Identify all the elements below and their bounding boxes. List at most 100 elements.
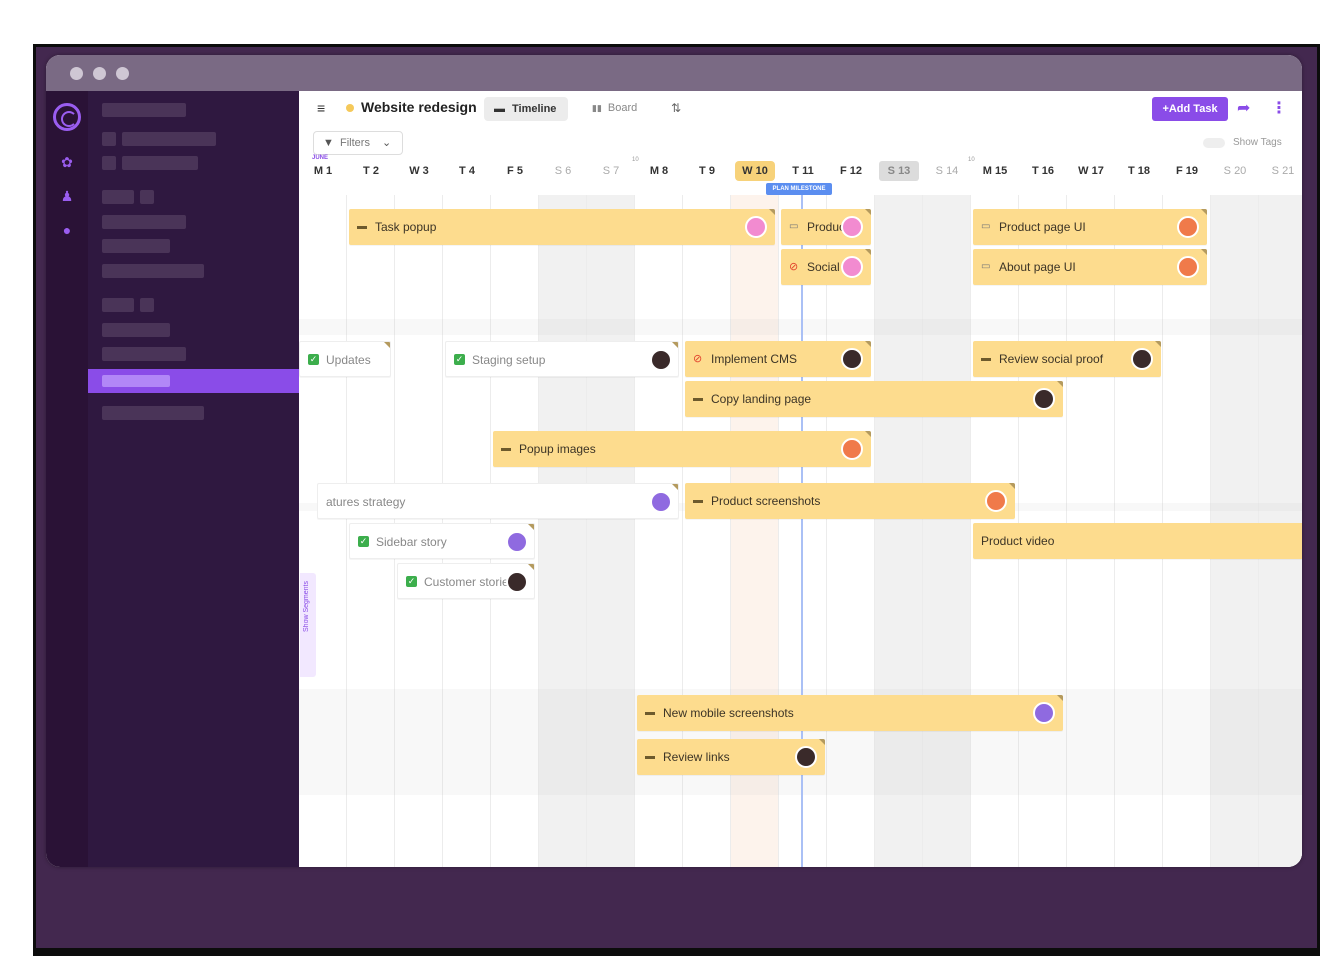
corner-marker [865,431,871,437]
day-header-2[interactable]: T 2 [347,159,395,183]
task-label: Sidebar story [376,535,447,549]
task-bar[interactable]: ✓ Sidebar story [349,523,535,559]
task-label: Task popup [375,220,437,234]
task-bar[interactable]: atures strategy [317,483,679,519]
window-close-dot[interactable] [70,67,83,80]
day-header-17[interactable]: W 17 [1067,159,1115,183]
avatar[interactable] [1033,388,1055,410]
day-header-4[interactable]: T 4 [443,159,491,183]
flag-icon: ▬ [645,707,655,718]
avatar[interactable] [506,531,528,553]
task-label: atures strategy [326,495,406,509]
day-header-11[interactable]: T 11 [779,159,827,183]
task-bar[interactable]: ⊘ Social [781,249,871,285]
avatar[interactable] [1033,702,1055,724]
show-tags-toggle[interactable]: Show Tags [1199,135,1282,151]
more-options-icon[interactable]: ⋮ [1271,97,1287,121]
avatar[interactable] [650,349,672,371]
sidebar-placeholder [102,215,186,229]
day-header-15[interactable]: M 15 [971,159,1019,183]
task-bar[interactable]: ▭ About page UI [973,249,1207,285]
title-bar [46,55,1302,91]
corner-marker [384,342,390,348]
task-bar[interactable]: ▬ Product screenshots [685,483,1015,519]
day-header-8[interactable]: M 8 [635,159,683,183]
add-task-button[interactable]: +Add Task [1152,97,1228,121]
check-icon: ✓ [406,576,417,587]
avatar[interactable] [841,216,863,238]
task-bar[interactable]: ▬ New mobile screenshots [637,695,1063,731]
window-minimize-dot[interactable] [93,67,106,80]
task-bar[interactable]: ▭ Product page UI [973,209,1207,245]
day-header-13[interactable]: S 13 [879,161,919,181]
main-panel: ≡ Website redesign ▬ Timeline ▮▮ Board ⇅ … [299,91,1302,867]
day-header-7[interactable]: S 7 [587,159,635,183]
day-header-9[interactable]: T 9 [683,159,731,183]
flag-icon: ▬ [693,393,703,404]
day-header-12[interactable]: F 12 [827,159,875,183]
task-bar[interactable]: ✓ Staging setup [445,341,679,377]
avatar[interactable] [841,438,863,460]
sidebar-placeholder [102,264,204,278]
avatar[interactable] [985,490,1007,512]
avatar[interactable] [1177,256,1199,278]
plan-milestone-badge[interactable]: PLAN MILESTONE [766,183,832,195]
users-icon[interactable]: ♟ [58,187,76,205]
task-bar[interactable]: ▭ Produc [781,209,871,245]
task-bar[interactable]: Product video [973,523,1302,559]
menu-icon[interactable]: ≡ [317,97,325,119]
doc-icon: ▭ [789,221,799,232]
tab-board-label: Board [607,102,638,114]
project-title[interactable]: Website redesign [361,96,477,118]
avatar[interactable] [1131,348,1153,370]
app-logo-icon[interactable] [53,103,81,131]
sort-icon[interactable]: ⇅ [671,97,681,119]
task-bar[interactable]: ✓ Customer storie [397,563,535,599]
corner-marker [528,524,534,530]
flag-icon: ▬ [645,751,655,762]
corner-marker [865,249,871,255]
day-header-6[interactable]: S 6 [539,159,587,183]
sidebar-placeholder [102,156,116,170]
sidebar-placeholder [102,347,186,361]
avatar[interactable] [650,491,672,513]
task-bar[interactable]: ✓ Updates [299,341,391,377]
corner-marker [1057,695,1063,701]
avatar[interactable] [1177,216,1199,238]
show-segments-label: Show Segments [303,581,310,632]
day-header-1[interactable]: M 1 [299,159,347,183]
share-icon[interactable]: ➦ [1237,97,1257,121]
task-bar[interactable]: ▬ Copy landing page [685,381,1063,417]
task-bar[interactable]: ▬ Popup images [493,431,871,467]
avatar[interactable] [745,216,767,238]
task-bar[interactable]: ▬ Review social proof [973,341,1161,377]
sidebar-item-active[interactable] [88,369,299,393]
tab-board[interactable]: ▮▮ Board [592,97,637,119]
avatar[interactable] [841,256,863,278]
window-maximize-dot[interactable] [116,67,129,80]
show-segments-tab[interactable]: Show Segments [300,573,316,677]
day-header-19[interactable]: F 19 [1163,159,1211,183]
tab-timeline[interactable]: ▬ Timeline [484,97,568,121]
day-header-20[interactable]: S 20 [1211,159,1259,183]
avatar[interactable] [795,746,817,768]
task-label: Product video [981,534,1055,548]
day-header-18[interactable]: T 18 [1115,159,1163,183]
day-header-3[interactable]: W 3 [395,159,443,183]
corner-marker [1057,381,1063,387]
day-header-16[interactable]: T 16 [1019,159,1067,183]
avatar[interactable] [506,571,528,593]
day-header-21[interactable]: S 21 [1259,159,1302,183]
task-bar[interactable]: ⊘ Implement CMS [685,341,871,377]
task-bar[interactable]: ▬ Review links [637,739,825,775]
gear-icon[interactable]: ✿ [58,153,76,171]
task-label: Product screenshots [711,494,821,508]
help-icon[interactable]: ● [58,221,76,239]
toggle-switch[interactable] [1203,138,1225,148]
filters-button[interactable]: ▼ Filters ⌄ [313,131,403,155]
avatar[interactable] [841,348,863,370]
day-header-14[interactable]: S 14 [923,159,971,183]
day-header-5[interactable]: F 5 [491,159,539,183]
task-bar[interactable]: ▬ Task popup [349,209,775,245]
day-header-10[interactable]: W 10 [735,161,775,181]
